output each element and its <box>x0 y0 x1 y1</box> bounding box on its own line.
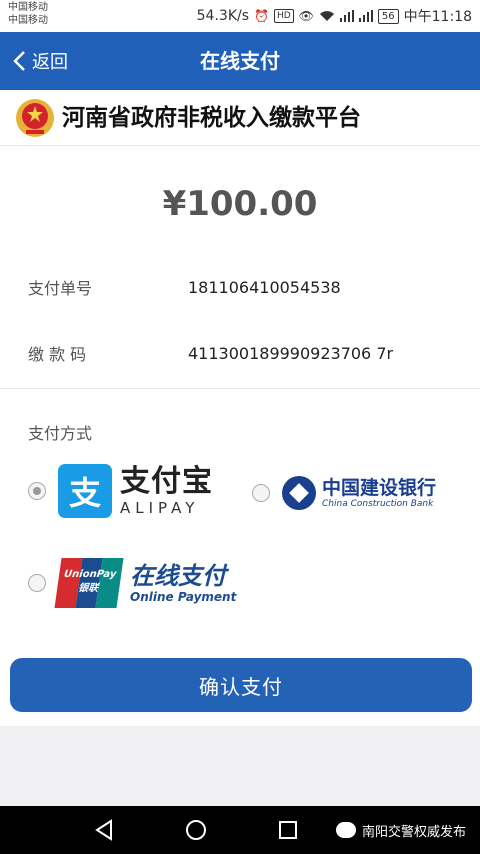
unionpay-name-en: Online Payment <box>130 590 237 604</box>
carrier-1: 中国移动 <box>8 2 48 13</box>
wifi-icon <box>319 10 335 22</box>
payment-amount: ¥100.00 <box>162 184 318 224</box>
unionpay-mark-text: UnionPay 银联 <box>63 569 118 594</box>
status-bar: 中国移动 中国移动 54.3K/s ⏰ HD 👁 56 中午11:18 <box>0 0 480 32</box>
ccb-radio[interactable] <box>252 484 270 502</box>
signal-icon-1 <box>339 10 354 22</box>
order-number-value: 181106410054538 <box>188 277 341 297</box>
home-key-icon[interactable] <box>184 818 208 842</box>
payment-option-alipay[interactable]: 支 支付宝 ALIPAY <box>28 464 213 518</box>
alipay-radio[interactable] <box>28 482 46 500</box>
back-key-icon[interactable] <box>92 818 116 842</box>
hd-icon: HD <box>273 9 294 23</box>
carrier-info: 中国移动 中国移动 <box>8 1 48 27</box>
alipay-icon: 支 <box>58 464 112 518</box>
alipay-name: 支付宝 <box>120 464 213 499</box>
unionpay-logo: UnionPay 银联 在线支付 Online Payment <box>54 558 237 608</box>
alarm-icon: ⏰ <box>254 9 269 23</box>
page-title: 在线支付 <box>200 49 280 73</box>
payment-option-ccb[interactable]: 中国建设银行 China Construction Bank <box>252 476 436 510</box>
ccb-logo: 中国建设银行 China Construction Bank <box>282 476 436 510</box>
national-emblem-icon <box>16 99 54 137</box>
navigation-bar: 返回 在线支付 <box>0 32 480 90</box>
ccb-name-en: China Construction Bank <box>322 499 434 509</box>
divider <box>0 388 480 389</box>
platform-banner: 河南省政府非税收入缴款平台 <box>0 90 480 146</box>
alipay-logo: 支 支付宝 ALIPAY <box>58 464 213 518</box>
payment-card: ¥100.00 支付单号 181106410054538 缴 款 码 41130… <box>0 146 480 726</box>
eye-icon: 👁 <box>298 9 314 23</box>
order-number-label: 支付单号 <box>28 279 93 298</box>
platform-title: 河南省政府非税收入缴款平台 <box>62 105 361 131</box>
status-icons: 54.3K/s ⏰ HD 👁 56 中午11:18 <box>197 6 472 26</box>
wechat-icon <box>335 822 356 838</box>
ccb-name: 中国建设银行 <box>322 477 437 499</box>
carrier-2: 中国移动 <box>8 15 48 26</box>
payment-method-label: 支付方式 <box>28 424 93 443</box>
unionpay-name: 在线支付 <box>130 562 226 590</box>
payment-code-label: 缴 款 码 <box>28 345 87 364</box>
alipay-name-en: ALIPAY <box>120 499 200 517</box>
unionpay-radio[interactable] <box>28 574 46 592</box>
payment-code-value: 411300189990923706 7r <box>188 343 394 363</box>
payment-code-row: 缴 款 码 411300189990923706 7r <box>28 338 460 368</box>
ccb-icon <box>282 476 316 510</box>
confirm-payment-button[interactable]: 确认支付 <box>10 658 472 712</box>
order-number-row: 支付单号 181106410054538 <box>28 272 460 302</box>
clock: 中午11:18 <box>403 9 472 25</box>
recents-key-icon[interactable] <box>276 818 300 842</box>
battery-icon: 56 <box>377 8 399 24</box>
unionpay-icon: UnionPay 银联 <box>54 558 124 608</box>
watermark-text: 南阳交警权威发布 <box>361 824 466 840</box>
payment-option-unionpay[interactable]: UnionPay 银联 在线支付 Online Payment <box>28 558 236 608</box>
signal-icon-2 <box>358 10 373 22</box>
watermark: 南阳交警权威发布 <box>335 806 466 854</box>
android-navigation-bar: 南阳交警权威发布 <box>0 806 480 854</box>
network-speed: 54.3K/s <box>196 8 250 24</box>
